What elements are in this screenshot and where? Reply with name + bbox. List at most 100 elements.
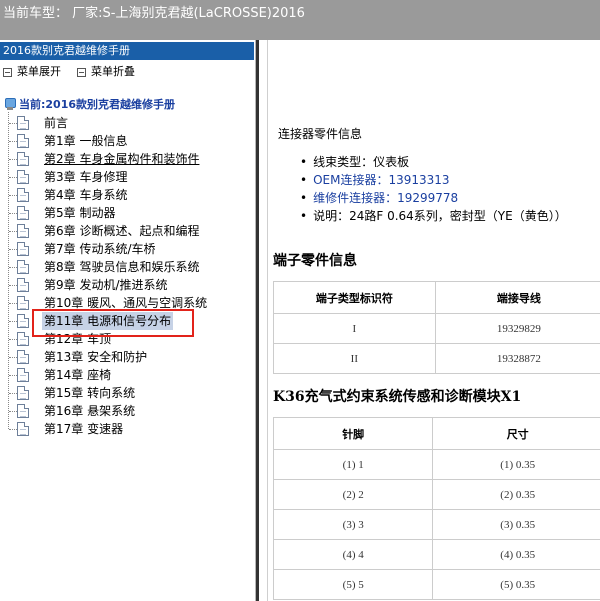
connector-info-item: OEM连接器：13913313 bbox=[300, 171, 567, 189]
table-cell: I bbox=[273, 313, 436, 344]
table-cell: (2) 0.35 bbox=[432, 479, 600, 510]
tree-item-label: 前言 bbox=[44, 116, 69, 130]
table-row: (2) 2 (2) 0.35 bbox=[272, 479, 600, 510]
tree-item-label: 第6章 诊断概述、起点和编程 bbox=[44, 224, 200, 238]
tree-item-chapter-7[interactable]: 第7章 传动系统/车桥 bbox=[0, 240, 255, 258]
table-cell: 19329829 bbox=[434, 313, 600, 344]
table-cell: II bbox=[273, 343, 436, 374]
table-cell: (5) 5 bbox=[272, 569, 434, 600]
tree-item-chapter-16[interactable]: 第16章 悬架系统 bbox=[0, 402, 255, 420]
tree-item-chapter-8[interactable]: 第8章 驾驶员信息和娱乐系统 bbox=[0, 258, 255, 276]
tree-item-chapter-3[interactable]: 第3章 车身修理 bbox=[0, 168, 255, 186]
table-cell: (5) 0.35 bbox=[432, 569, 600, 600]
tree-item-label: 第3章 车身修理 bbox=[44, 170, 128, 184]
table-cell: (2) 2 bbox=[272, 479, 434, 510]
tree-item-chapter-13[interactable]: 第13章 安全和防护 bbox=[0, 348, 255, 366]
document-icon bbox=[17, 404, 29, 418]
table-row: (4) 4 (4) 0.35 bbox=[272, 539, 600, 570]
selection-highlight bbox=[32, 309, 194, 337]
document-icon bbox=[17, 116, 29, 130]
computer-icon bbox=[3, 97, 16, 111]
tree-item-label: 第4章 车身系统 bbox=[44, 188, 128, 202]
tree-item-chapter-17[interactable]: 第17章 变速器 bbox=[0, 420, 255, 438]
document-icon bbox=[17, 314, 29, 328]
document-icon bbox=[17, 242, 29, 256]
table-header: 端接导线 bbox=[434, 281, 600, 314]
table-row: II 19328872 bbox=[273, 343, 600, 374]
table-header: 针脚 bbox=[272, 417, 434, 450]
tree-root-label: 当前:2016款别克君越维修手册 bbox=[19, 98, 176, 111]
tree-item-label: 第15章 转向系统 bbox=[44, 386, 136, 400]
tree-item-chapter-1[interactable]: 第1章 一般信息 bbox=[0, 132, 255, 150]
tree-item-label: 第8章 驾驶员信息和娱乐系统 bbox=[44, 260, 200, 274]
table-row: (3) 3 (3) 0.35 bbox=[272, 509, 600, 540]
table-cell: (1) 1 bbox=[272, 449, 434, 480]
tree-item-label: 第7章 传动系统/车桥 bbox=[44, 242, 156, 256]
tree-item-label: 第2章 车身金属构件和装饰件 bbox=[44, 152, 200, 166]
document-icon bbox=[17, 422, 29, 436]
tree-root[interactable]: 当前:2016款别克君越维修手册 bbox=[3, 96, 175, 112]
table-cell: (3) 3 bbox=[272, 509, 434, 540]
connector-info-item: 说明：24路F 0.64系列，密封型（YE（黄色）） bbox=[300, 207, 567, 225]
connector-info-item: 维修件连接器：19299778 bbox=[300, 189, 567, 207]
table-header-row: 端子类型标识符 端接导线 bbox=[273, 281, 600, 314]
content-pane: 连接器零件信息 线束类型：仪表板 OEM连接器：13913313 维修件连接器：… bbox=[259, 40, 600, 601]
tree-item-label: 第17章 变速器 bbox=[44, 422, 124, 436]
document-icon bbox=[17, 206, 29, 220]
table-cell: (3) 0.35 bbox=[432, 509, 600, 540]
vehicle-title: 当前车型： 厂家:S-上海别克君越(LaCROSSE)2016 bbox=[3, 6, 305, 21]
table-header: 尺寸 bbox=[432, 417, 600, 450]
manual-title[interactable]: 2016款别克君越维修手册 bbox=[0, 42, 254, 60]
content-left-rule bbox=[267, 40, 268, 601]
table-cell: (4) 4 bbox=[272, 539, 434, 570]
tree-item-chapter-14[interactable]: 第14章 座椅 bbox=[0, 366, 255, 384]
table-header-row: 针脚 尺寸 bbox=[272, 417, 600, 450]
document-icon bbox=[17, 350, 29, 364]
tree-item-chapter-2[interactable]: 第2章 车身金属构件和装饰件 bbox=[0, 150, 255, 168]
document-icon bbox=[17, 386, 29, 400]
tree-item-label: 第14章 座椅 bbox=[44, 368, 112, 382]
tree-item-chapter-6[interactable]: 第6章 诊断概述、起点和编程 bbox=[0, 222, 255, 240]
tree-item-label: 第5章 制动器 bbox=[44, 206, 116, 220]
tree-item-chapter-5[interactable]: 第5章 制动器 bbox=[0, 204, 255, 222]
terminal-table: 端子类型标识符 端接导线 I 19329829 II 19328872 bbox=[273, 281, 600, 374]
module-section-title: K36充气式约束系统传感和诊断模块X1 bbox=[273, 389, 522, 405]
table-cell: (1) 0.35 bbox=[432, 449, 600, 480]
tree-item-chapter-4[interactable]: 第4章 车身系统 bbox=[0, 186, 255, 204]
tree-item-label: 第13章 安全和防护 bbox=[44, 350, 148, 364]
document-icon bbox=[17, 332, 29, 346]
expand-menu-label: 菜单展开 bbox=[17, 65, 61, 78]
tree-item-label: 第9章 发动机/推进系统 bbox=[44, 278, 168, 292]
document-icon bbox=[17, 296, 29, 310]
table-header: 端子类型标识符 bbox=[273, 281, 436, 314]
tree-item-label: 第1章 一般信息 bbox=[44, 134, 128, 148]
pin-table: 针脚 尺寸 (1) 1 (1) 0.35 (2) 2 (2) 0.35 (3) … bbox=[272, 417, 600, 600]
document-icon bbox=[17, 260, 29, 274]
document-icon bbox=[17, 134, 29, 148]
tree-item-preface[interactable]: 前言 bbox=[0, 114, 255, 132]
collapse-icon bbox=[77, 67, 86, 77]
document-icon bbox=[17, 152, 29, 166]
tree-item-chapter-15[interactable]: 第15章 转向系统 bbox=[0, 384, 255, 402]
document-icon bbox=[17, 188, 29, 202]
tree-item-label: 第16章 悬架系统 bbox=[44, 404, 136, 418]
document-icon bbox=[17, 368, 29, 382]
document-icon bbox=[17, 170, 29, 184]
collapse-menu-button[interactable]: 菜单折叠 bbox=[77, 64, 135, 80]
chapter-tree: 当前:2016款别克君越维修手册 前言 第1章 一般信息 第2章 车身金属构件和… bbox=[0, 96, 255, 596]
expand-icon bbox=[3, 67, 12, 77]
collapse-menu-label: 菜单折叠 bbox=[91, 65, 135, 78]
table-cell: 19328872 bbox=[434, 343, 600, 374]
table-row: I 19329829 bbox=[273, 313, 600, 344]
expand-menu-button[interactable]: 菜单展开 bbox=[3, 64, 61, 80]
title-bar: 当前车型： 厂家:S-上海别克君越(LaCROSSE)2016 bbox=[0, 0, 600, 40]
table-row: (1) 1 (1) 0.35 bbox=[272, 449, 600, 480]
tree-item-chapter-9[interactable]: 第9章 发动机/推进系统 bbox=[0, 276, 255, 294]
connector-info-list: 线束类型：仪表板 OEM连接器：13913313 维修件连接器：19299778… bbox=[300, 153, 567, 225]
sidebar: 2016款别克君越维修手册 菜单展开 菜单折叠 当前:2016款别克君越维修手册… bbox=[0, 40, 256, 601]
document-icon bbox=[17, 278, 29, 292]
document-icon bbox=[17, 224, 29, 238]
connector-info-item: 线束类型：仪表板 bbox=[300, 153, 567, 171]
connector-info-title: 连接器零件信息 bbox=[278, 127, 363, 141]
table-cell: (4) 0.35 bbox=[432, 539, 600, 570]
